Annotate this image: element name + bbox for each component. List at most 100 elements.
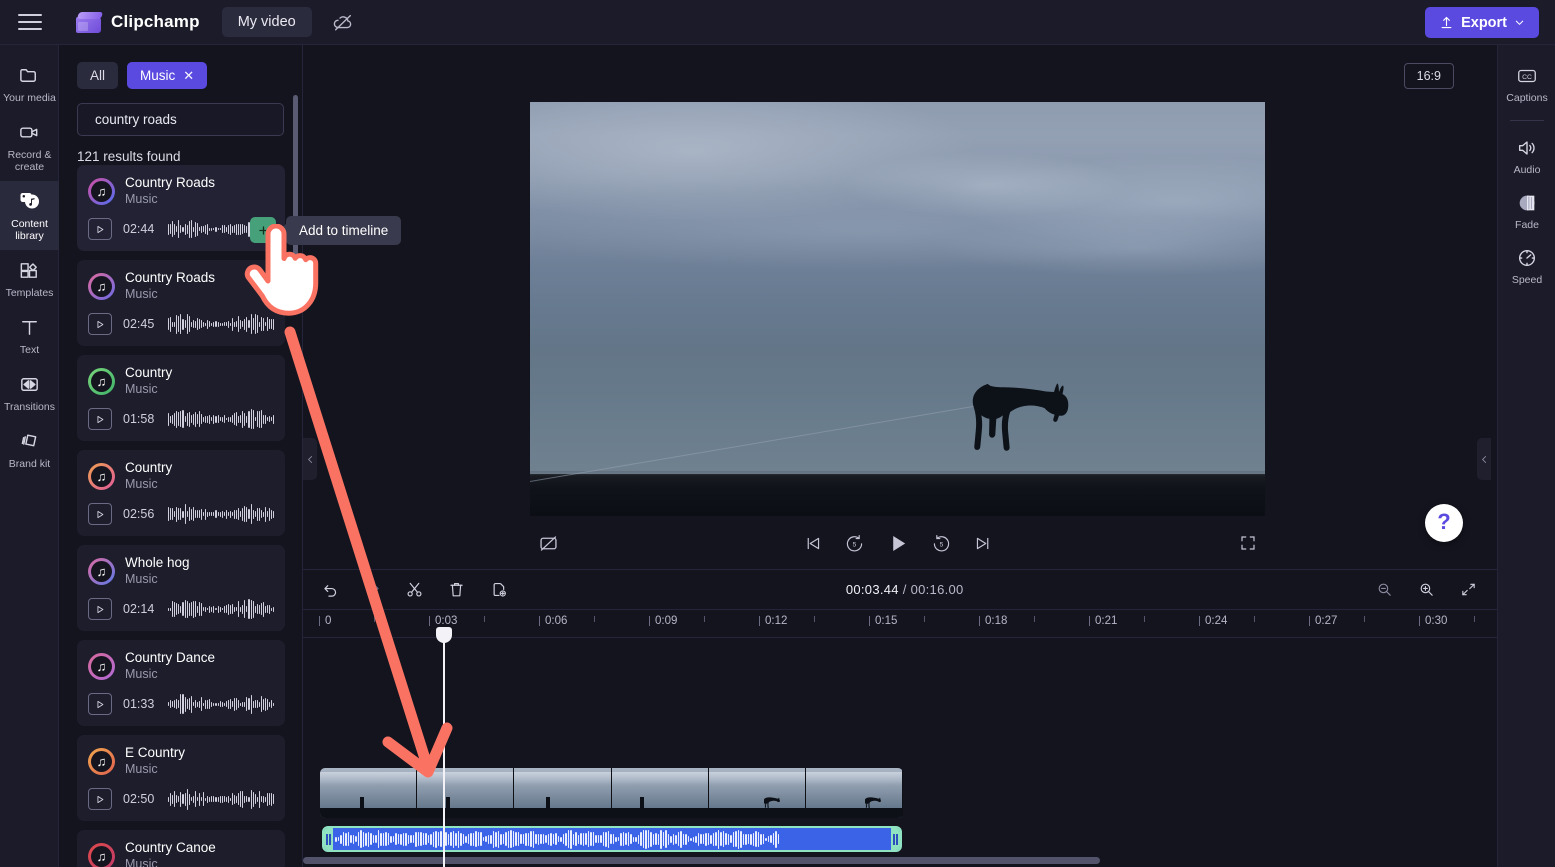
trim-handle-left[interactable]: [324, 828, 333, 850]
fit-to-screen-button[interactable]: [1455, 577, 1481, 603]
cloud-off-icon[interactable]: [330, 9, 356, 35]
preview-play-button[interactable]: [88, 313, 112, 335]
split-button[interactable]: [401, 577, 427, 603]
fade-icon: [1519, 195, 1535, 211]
timeline-scrollbar[interactable]: [303, 853, 1497, 867]
skip-to-end-button[interactable]: [973, 534, 992, 553]
pointing-hand-cursor: [244, 224, 319, 316]
timeline-zoom-controls: [1371, 577, 1481, 603]
search-input[interactable]: [95, 112, 272, 127]
preview-play-button[interactable]: [88, 788, 112, 810]
zoom-out-button[interactable]: [1371, 577, 1397, 603]
ruler-minor-tick: [1144, 616, 1145, 622]
chevron-left-icon: [307, 455, 312, 463]
collapse-right-panel-button[interactable]: [1477, 438, 1491, 480]
close-icon[interactable]: ✕: [183, 69, 194, 82]
music-result-card[interactable]: ♫ Whole hog Music 02:14: [77, 545, 285, 631]
captions-toggle-button[interactable]: [538, 533, 559, 554]
panel-item-audio[interactable]: Audio: [1498, 129, 1555, 184]
sidebar-item-text[interactable]: Text: [0, 307, 59, 364]
sidebar-item-brand-kit[interactable]: Brand kit: [0, 421, 59, 478]
preview-play-button[interactable]: [88, 598, 112, 620]
music-result-card[interactable]: ♫ Country Canoe Music: [77, 830, 285, 867]
preview-stage: 16:9 5 5 ?: [303, 45, 1497, 569]
chip-music[interactable]: Music ✕: [127, 62, 208, 89]
ruler-tick: 0:24: [1198, 615, 1228, 627]
preview-play-button[interactable]: [88, 503, 112, 525]
hamburger-menu-icon[interactable]: [18, 14, 42, 30]
redo-button[interactable]: [359, 577, 385, 603]
music-note-icon: ♫: [96, 658, 107, 674]
undo-button[interactable]: [317, 577, 343, 603]
chevron-left-icon: [1481, 455, 1486, 463]
panel-item-fade[interactable]: Fade: [1498, 184, 1555, 239]
timeline-ruler[interactable]: 0 0:03 0:06 0:09 0:12 0:15 0:18 0:21 0:24 0:27 0:3…: [303, 610, 1497, 638]
sidebar-label: Your media: [3, 92, 56, 104]
music-thumbnail: ♫: [88, 462, 115, 490]
audio-clip[interactable]: [322, 826, 902, 852]
video-preview[interactable]: [530, 102, 1265, 516]
play-button[interactable]: [886, 532, 909, 555]
music-result-card[interactable]: ♫ Country Music 02:56: [77, 450, 285, 536]
rewind-5-button[interactable]: 5: [844, 533, 864, 553]
forward-5-button[interactable]: 5: [931, 533, 951, 553]
upload-icon: [1441, 16, 1452, 29]
delete-button[interactable]: [443, 577, 469, 603]
ruler-tick: 0:27: [1308, 615, 1338, 627]
sidebar-label: Templates: [5, 287, 54, 299]
sidebar-item-content-library[interactable]: Content library: [0, 181, 59, 250]
project-name-input[interactable]: My video: [221, 7, 312, 37]
music-note-icon: ♫: [96, 278, 107, 294]
playhead[interactable]: [437, 627, 450, 867]
music-note-icon: ♫: [96, 373, 107, 389]
sidebar-label: Record & create: [7, 149, 52, 173]
card-header: ♫ Country Music: [88, 460, 274, 492]
music-thumbnail: ♫: [88, 367, 115, 395]
music-duration: 02:45: [123, 317, 155, 331]
clipchamp-logo-icon: [76, 11, 104, 33]
video-clip[interactable]: [320, 768, 903, 818]
preview-ground: [530, 471, 1265, 516]
panel-item-captions[interactable]: CC Captions: [1498, 57, 1555, 112]
music-thumbnail: ♫: [88, 272, 115, 300]
sidebar-item-templates[interactable]: Templates: [0, 250, 59, 307]
music-subtitle: Music: [125, 382, 158, 396]
music-thumbnail: ♫: [88, 177, 115, 205]
aspect-ratio-button[interactable]: 16:9: [1403, 63, 1454, 89]
preview-play-button[interactable]: [88, 693, 112, 715]
fullscreen-button[interactable]: [1239, 534, 1257, 552]
panel-label: Speed: [1511, 274, 1543, 286]
brand-kit-icon: [18, 429, 41, 453]
music-thumbnail: ♫: [88, 652, 115, 680]
zoom-in-button[interactable]: [1413, 577, 1439, 603]
svg-text:CC: CC: [1522, 74, 1532, 81]
music-waveform: [168, 501, 274, 527]
collapse-left-panel-button[interactable]: [303, 438, 317, 480]
music-result-card[interactable]: ♫ Country Music 01:58: [77, 355, 285, 441]
ruler-minor-tick: [594, 616, 595, 622]
skip-to-start-button[interactable]: [803, 534, 822, 553]
music-subtitle: Music: [125, 192, 158, 206]
brand: Clipchamp: [76, 11, 200, 33]
music-result-card[interactable]: ♫ E Country Music 02:50: [77, 735, 285, 821]
sidebar-item-record-create[interactable]: Record & create: [0, 112, 59, 181]
player-controls: 5 5: [530, 523, 1265, 563]
panel-item-speed[interactable]: Speed: [1498, 239, 1555, 294]
sidebar-item-your-media[interactable]: Your media: [0, 55, 59, 112]
sidebar-item-transitions[interactable]: Transitions: [0, 364, 59, 421]
chip-all[interactable]: All: [77, 62, 119, 89]
export-button[interactable]: Export: [1425, 7, 1539, 38]
duplicate-button[interactable]: [485, 577, 511, 603]
preview-play-button[interactable]: [88, 408, 112, 430]
music-note-icon: ♫: [96, 183, 107, 199]
timeline: 00:03.44 / 00:16.00 0 0:03 0:06 0:09 0:1…: [303, 569, 1497, 867]
right-properties-rail: CC Captions Audio Fade Speed: [1497, 45, 1555, 867]
music-duration: 02:50: [123, 792, 155, 806]
music-note-icon: ♫: [96, 563, 107, 579]
search-bar[interactable]: [77, 103, 284, 136]
trim-handle-right[interactable]: [891, 828, 900, 850]
help-button[interactable]: ?: [1425, 504, 1463, 542]
music-title: Country Roads: [125, 270, 216, 285]
music-result-card[interactable]: ♫ Country Dance Music 01:33: [77, 640, 285, 726]
preview-play-button[interactable]: [88, 218, 112, 240]
